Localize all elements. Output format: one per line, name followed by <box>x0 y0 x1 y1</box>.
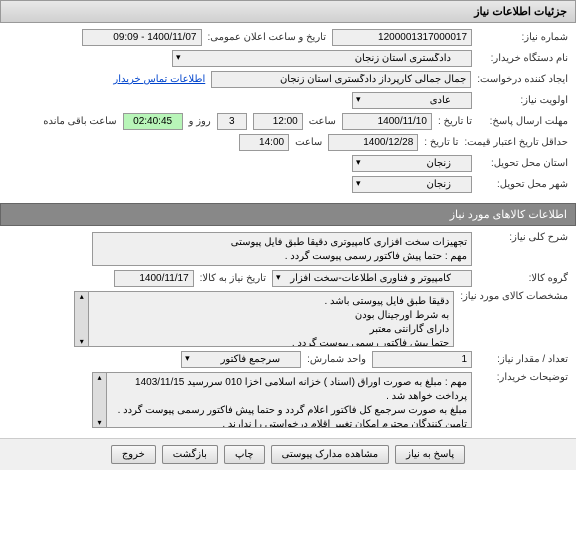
min-validity-time-input <box>239 134 289 151</box>
remain-label: ساعت باقی مانده <box>43 116 116 127</box>
desc-label: شرح کلی نیاز: <box>478 232 568 243</box>
spec-textarea[interactable] <box>88 291 454 347</box>
qty-label: تعداد / مقدار نیاز: <box>478 354 568 365</box>
days-remain-input <box>217 113 247 130</box>
group-label: گروه کالا: <box>478 273 568 284</box>
deadline-time-input <box>253 113 303 130</box>
delivery-city-select[interactable]: زنجان <box>352 176 472 193</box>
spec-label: مشخصات کالای مورد نیاز: <box>460 291 568 302</box>
min-validity-label: حداقل تاریخ اعتبار قیمت: <box>464 137 568 148</box>
titlebar: جزئیات اطلاعات نیاز <box>0 0 576 23</box>
creator-input <box>211 71 471 88</box>
contact-link[interactable]: اطلاعات تماس خریدار <box>113 74 205 85</box>
days-label: روز و <box>189 116 211 127</box>
buyer-label: نام دستگاه خریدار: <box>478 53 568 64</box>
creator-label: ایجاد کننده درخواست: <box>477 74 568 85</box>
buyer-notes-textarea[interactable] <box>106 372 472 428</box>
back-button[interactable]: بازگشت <box>162 445 218 464</box>
time-label-2: ساعت <box>295 137 322 148</box>
priority-select[interactable]: عادی <box>352 92 472 109</box>
section-goods-header: اطلاعات کالاهای مورد نیاز <box>0 203 576 226</box>
deadline-reply-label: مهلت ارسال پاسخ: <box>478 116 568 127</box>
reply-button[interactable]: پاسخ به نیاز <box>395 445 465 464</box>
buyer-select[interactable]: دادگستری استان زنجان <box>172 50 472 67</box>
time-remain-input <box>123 113 183 130</box>
need-to-label: تاریخ نیاز به کالا: <box>200 273 266 284</box>
unit-select[interactable]: سرجمع فاکتور <box>181 351 301 368</box>
to-date-label-2: تا تاریخ : <box>424 137 458 148</box>
print-button[interactable]: چاپ <box>224 445 265 464</box>
need-to-date-input <box>114 270 194 287</box>
announce-input <box>82 29 202 46</box>
buyer-notes-label: توضیحات خریدار: <box>478 372 568 383</box>
scroll-up-icon[interactable]: ▴ <box>80 292 84 301</box>
button-bar: پاسخ به نیاز مشاهده مدارک پیوستی چاپ باز… <box>0 438 576 470</box>
priority-label: اولویت نیاز: <box>478 95 568 106</box>
spec-scrollbar[interactable]: ▴▾ <box>74 291 88 347</box>
delivery-province-select[interactable]: زنجان <box>352 155 472 172</box>
desc-textarea <box>92 232 472 266</box>
exit-button[interactable]: خروج <box>111 445 156 464</box>
deadline-date-input <box>342 113 432 130</box>
unit-label: واحد شمارش: <box>307 354 366 365</box>
group-select[interactable]: کامپیوتر و فناوری اطلاعات-سخت افزار <box>272 270 472 287</box>
delivery-province-label: استان محل تحویل: <box>478 158 568 169</box>
time-label-1: ساعت <box>309 116 336 127</box>
need-no-input <box>332 29 472 46</box>
min-validity-date-input <box>328 134 418 151</box>
notes-scrollbar[interactable]: ▴▾ <box>92 372 106 428</box>
scroll-down-icon[interactable]: ▾ <box>98 418 102 427</box>
need-no-label: شماره نیاز: <box>478 32 568 43</box>
delivery-city-label: شهر محل تحویل: <box>478 179 568 190</box>
scroll-down-icon[interactable]: ▾ <box>80 337 84 346</box>
qty-input <box>372 351 472 368</box>
scroll-up-icon[interactable]: ▴ <box>98 373 102 382</box>
attachments-button[interactable]: مشاهده مدارک پیوستی <box>271 445 390 464</box>
to-date-label-1: تا تاریخ : <box>438 116 472 127</box>
announce-label: تاریخ و ساعت اعلان عمومی: <box>208 32 327 43</box>
